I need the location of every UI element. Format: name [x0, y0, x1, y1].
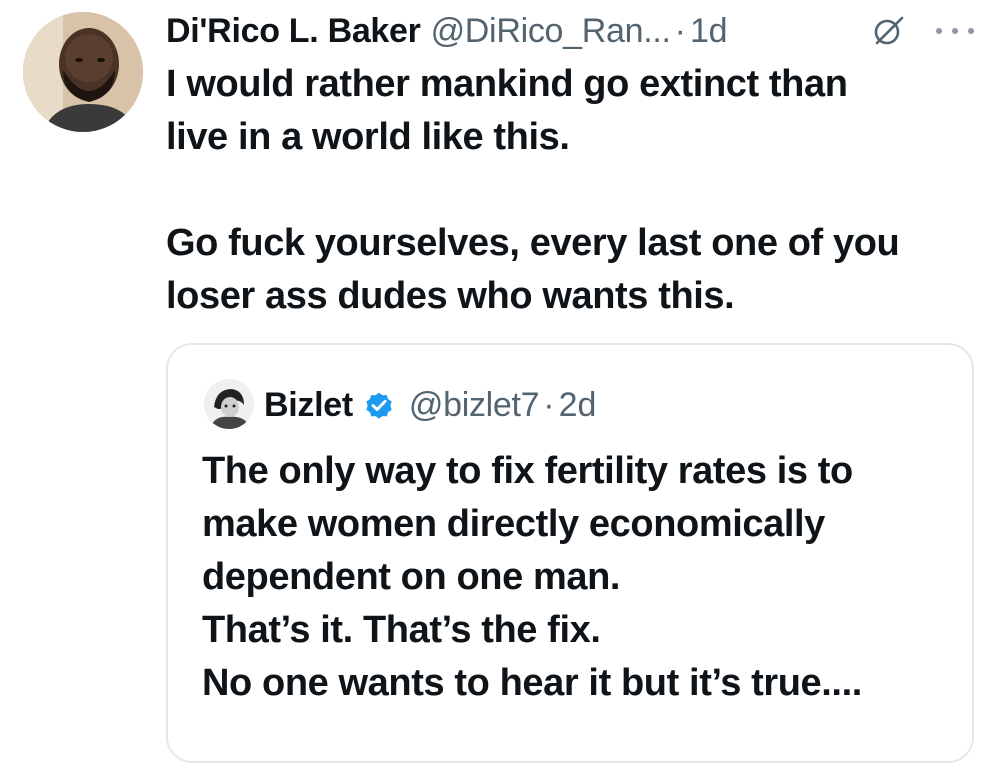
tweet-text-line: loser ass dudes who wants this. — [166, 275, 735, 317]
quoted-text-line: That’s it. That’s the fix. — [202, 609, 601, 651]
tweet-header: Di'Rico L. Baker @DiRico_Ran... · 1d — [166, 6, 996, 56]
quoted-author-display-name[interactable]: Bizlet — [264, 386, 353, 425]
tweet-text-line: Go fuck yourselves, every last one of yo… — [166, 222, 900, 264]
quoted-author-handle[interactable]: @bizlet7 — [409, 386, 540, 425]
author-handle[interactable]: @DiRico_Ran... — [431, 12, 671, 51]
tweet-timestamp[interactable]: 1d — [690, 12, 728, 51]
author-avatar[interactable] — [23, 12, 143, 132]
verified-badge-icon[interactable] — [363, 389, 395, 421]
quoted-text-line: dependent on one man. — [202, 556, 621, 598]
tweet[interactable]: Di'Rico L. Baker @DiRico_Ran... · 1d I w… — [0, 0, 1000, 763]
avatar-photo-icon — [23, 12, 143, 132]
quoted-header-separator: · — [543, 385, 555, 424]
tweet-text-line: I would rather mankind go extinct than — [166, 63, 848, 105]
quoted-author-avatar[interactable] — [204, 379, 254, 429]
header-separator: · — [674, 11, 686, 50]
quoted-tweet[interactable]: Bizlet @bizlet7 · 2d The only way to fix… — [166, 343, 974, 763]
tweet-text-line: live in a world like this. — [166, 116, 570, 158]
author-display-name[interactable]: Di'Rico L. Baker — [166, 12, 421, 51]
tweet-text: I would rather mankind go extinct than l… — [166, 58, 986, 323]
quoted-tweet-text: The only way to fix fertility rates is t… — [202, 445, 962, 710]
quoted-tweet-timestamp[interactable]: 2d — [559, 386, 597, 425]
quoted-tweet-header: Bizlet @bizlet7 · 2d — [264, 377, 596, 433]
grok-icon[interactable] — [872, 14, 906, 48]
quoted-text-line: No one wants to hear it but it’s true...… — [202, 662, 862, 704]
quoted-avatar-photo-icon — [204, 379, 254, 429]
quoted-text-line: make women directly economically — [202, 503, 825, 545]
quoted-text-line: The only way to fix fertility rates is t… — [202, 450, 853, 492]
more-options-icon[interactable] — [936, 14, 974, 48]
